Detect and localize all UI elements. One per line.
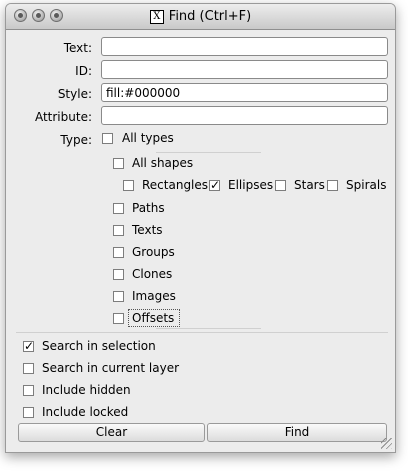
paths-checkbox[interactable]	[113, 203, 124, 214]
rectangles-checkbox[interactable]	[123, 180, 134, 191]
offsets-checkbox[interactable]	[113, 313, 124, 324]
type-bottom-separator	[156, 328, 261, 329]
stars-checkbox[interactable]	[275, 180, 286, 191]
all-types-label: All types	[122, 131, 174, 145]
search-in-selection-label: Search in selection	[42, 339, 156, 353]
type-separator	[156, 152, 261, 153]
text-field[interactable]	[101, 37, 388, 56]
x11-icon: X	[149, 9, 164, 24]
include-locked-label: Include locked	[42, 405, 129, 419]
spirals-checkbox[interactable]	[327, 180, 338, 191]
groups-label: Groups	[132, 245, 175, 259]
section-separator	[16, 332, 388, 333]
paths-label: Paths	[132, 201, 165, 215]
clones-label: Clones	[132, 267, 173, 281]
all-shapes-label: All shapes	[132, 156, 194, 170]
style-field[interactable]	[101, 83, 388, 102]
style-label: Style:	[57, 87, 92, 101]
texts-checkbox[interactable]	[113, 225, 124, 236]
offsets-label: Offsets	[132, 311, 175, 325]
stars-label: Stars	[294, 178, 325, 192]
include-locked-checkbox[interactable]	[23, 407, 34, 418]
resize-grip-icon[interactable]	[381, 438, 392, 449]
clear-button[interactable]: Clear	[18, 423, 205, 442]
all-shapes-checkbox[interactable]	[113, 158, 124, 169]
attribute-field[interactable]	[101, 106, 388, 125]
ellipses-checkbox[interactable]	[209, 178, 220, 192]
id-field[interactable]	[101, 60, 388, 79]
spirals-label: Spirals	[346, 178, 387, 192]
ellipses-label: Ellipses	[228, 178, 274, 192]
search-in-selection-checkbox[interactable]	[23, 339, 34, 353]
include-hidden-checkbox[interactable]	[23, 385, 34, 396]
id-label: ID:	[75, 64, 92, 78]
texts-label: Texts	[132, 223, 163, 237]
search-in-current-layer-checkbox[interactable]	[23, 363, 34, 374]
search-in-current-layer-label: Search in current layer	[42, 361, 180, 375]
images-label: Images	[132, 289, 176, 303]
rectangles-label: Rectangles	[142, 178, 209, 192]
title-bar: X Find (Ctrl+F)	[6, 4, 395, 30]
window-title: Find (Ctrl+F)	[168, 9, 252, 24]
window-title-wrap: X Find (Ctrl+F)	[6, 9, 395, 24]
images-checkbox[interactable]	[113, 291, 124, 302]
find-dialog: X Find (Ctrl+F) Text: ID: Style: Attribut…	[5, 3, 396, 453]
text-label: Text:	[63, 41, 92, 55]
all-types-checkbox[interactable]	[102, 133, 113, 144]
type-label: Type:	[60, 133, 92, 147]
include-hidden-label: Include hidden	[42, 383, 131, 397]
find-button[interactable]: Find	[207, 423, 387, 442]
groups-checkbox[interactable]	[113, 247, 124, 258]
clones-checkbox[interactable]	[113, 269, 124, 280]
attribute-label: Attribute:	[34, 110, 92, 124]
